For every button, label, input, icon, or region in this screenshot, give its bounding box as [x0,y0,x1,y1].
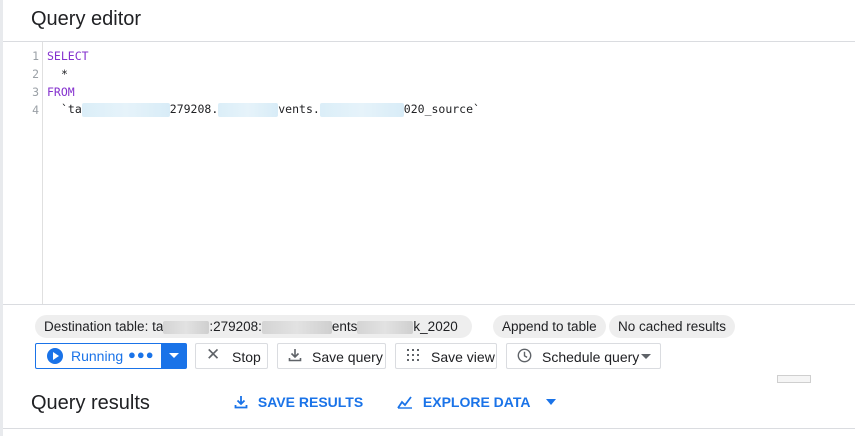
stop-label: Stop [232,349,261,365]
schedule-query-button[interactable]: Schedule query [506,343,661,369]
download-icon [234,394,252,410]
line-number: 3 [32,85,39,99]
redacted-block [163,320,210,334]
results-divider [3,428,855,429]
code-table-part: 020_source` [403,102,480,116]
play-circle-icon [47,348,63,364]
save-view-label: Save view [431,349,495,365]
code-select-keyword[interactable]: SELECT [47,49,89,63]
redacted-block [357,320,414,334]
code-star[interactable]: * [61,67,68,81]
redacted-block [261,320,332,334]
save-query-label: Save query [312,349,383,365]
save-view-button[interactable]: Save view [395,343,497,369]
redacted-block [218,102,279,117]
code-table-part: 279208. [169,102,219,116]
line-number: 4 [32,103,39,117]
redacted-block [81,102,170,117]
chip-label: Destination table: ta [44,319,164,334]
stop-button[interactable]: ✕ Stop [195,343,268,369]
line-number: 2 [32,67,39,81]
line-gutter: 1 2 3 4 [3,42,43,304]
code-editor[interactable]: 1 2 3 4 SELECT * FROM `ta 279208. vents. 02… [3,42,855,305]
loading-dots-icon: ●●● [128,347,155,362]
chip-label: ents [331,319,358,334]
explore-data-label: EXPLORE DATA [422,394,530,410]
horizontal-scrollbar[interactable] [777,375,811,383]
save-results-button[interactable]: SAVE RESULTS [234,394,363,410]
save-query-button[interactable]: Save query [277,343,386,369]
chip-label: :279208: [209,319,262,334]
code-from-keyword[interactable]: FROM [47,85,75,99]
running-button[interactable]: Running ●●● [35,343,187,369]
code-table-reference[interactable]: `ta 279208. vents. 020_source` [61,102,480,117]
redacted-block [319,102,404,117]
run-options-dropdown[interactable] [161,343,187,369]
chart-icon [397,394,417,410]
clock-icon [517,348,532,367]
chip-label: k_2020 [413,319,458,334]
code-table-part: `ta [61,102,82,116]
editor-title: Query editor [31,8,142,30]
save-results-label: SAVE RESULTS [257,394,364,410]
running-main[interactable]: Running ●●● [36,344,161,368]
append-to-table-chip[interactable]: Append to table [493,315,606,338]
chevron-down-icon [545,399,556,405]
close-icon: ✕ [206,345,221,364]
grid-dots-icon [406,348,420,366]
line-number: 1 [32,49,39,63]
editor-header: Query editor [3,0,855,42]
schedule-query-label: Schedule query [542,349,640,365]
no-cached-results-chip[interactable]: No cached results [609,315,736,338]
explore-data-button[interactable]: EXPLORE DATA [397,394,556,410]
download-icon [288,348,302,366]
chevron-down-icon [641,354,651,359]
destination-table-chip[interactable]: Destination table: ta :279208: ents k_2020 [35,315,472,338]
running-label: Running [71,348,124,364]
results-title: Query results [31,392,150,414]
code-table-part: vents. [278,102,320,116]
